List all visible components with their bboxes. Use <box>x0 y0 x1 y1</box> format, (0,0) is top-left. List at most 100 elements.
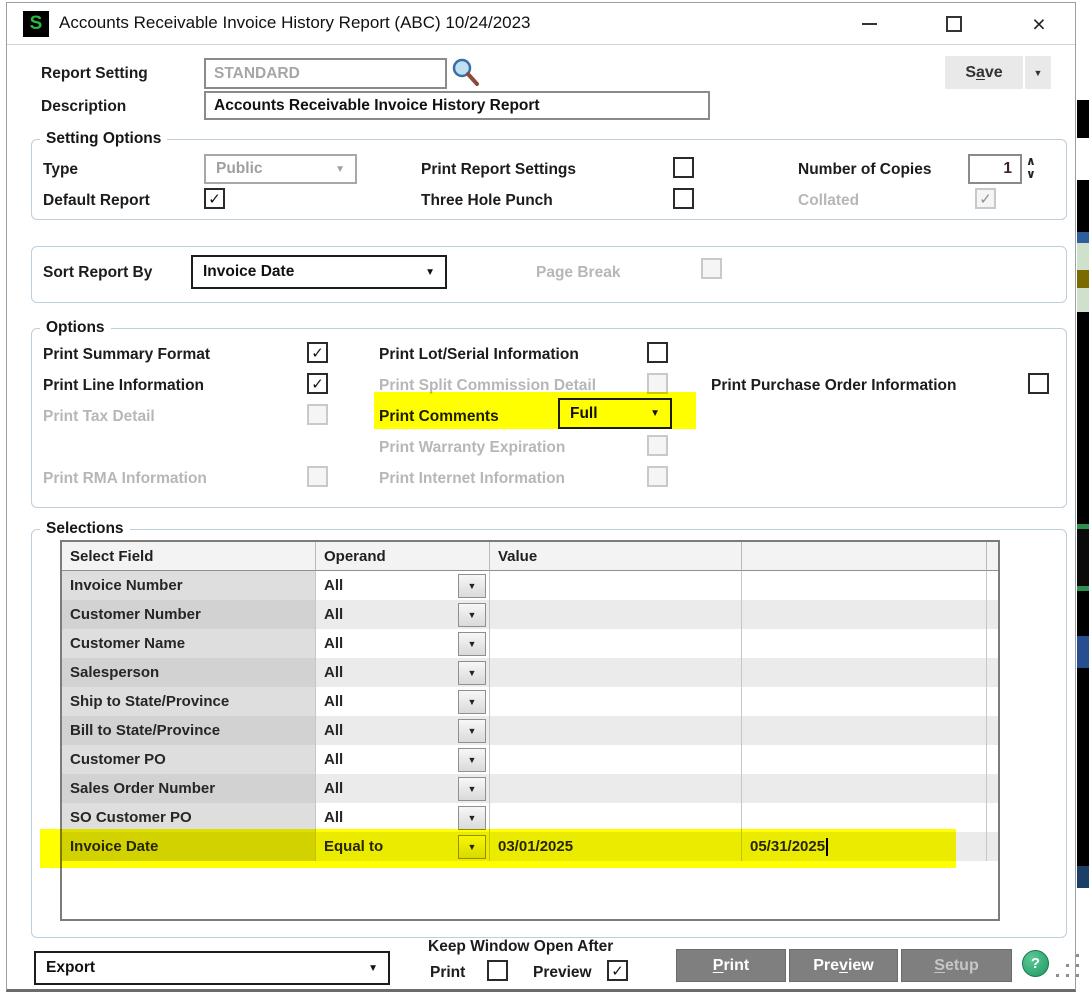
print-line-information-label: Print Line Information <box>43 377 204 395</box>
print-purchase-order-information-checkbox[interactable] <box>1028 373 1049 394</box>
print-line-information-checkbox[interactable]: ✓ <box>307 373 328 394</box>
three-hole-punch-checkbox[interactable] <box>673 188 694 209</box>
preview-button[interactable]: Preview <box>789 949 898 982</box>
print-internet-information-checkbox <box>647 466 668 487</box>
value-cell[interactable] <box>490 658 742 687</box>
operand-dropdown-button[interactable]: ▼ <box>458 690 486 714</box>
close-icon: × <box>1032 11 1045 38</box>
resize-grip[interactable] <box>1056 954 1082 984</box>
minimize-button[interactable] <box>852 9 886 39</box>
value2-cell[interactable] <box>742 774 987 803</box>
operand-dropdown-button[interactable]: ▼ <box>458 748 486 772</box>
value-cell[interactable] <box>490 716 742 745</box>
operand-dropdown-button[interactable]: ▼ <box>458 632 486 656</box>
spinner-down-icon[interactable]: ∨ <box>1026 168 1036 181</box>
selections-legend: Selections <box>40 520 130 538</box>
operand-cell[interactable]: All▼ <box>316 687 490 716</box>
sort-report-by-combo[interactable]: Invoice Date▼ <box>191 255 447 289</box>
operand-dropdown-button[interactable]: ▼ <box>458 835 486 859</box>
checkmark-icon: ✓ <box>311 375 324 393</box>
table-row: Sales Order Number All▼ <box>62 774 998 803</box>
value-cell[interactable] <box>490 745 742 774</box>
value2-cell[interactable] <box>742 571 987 600</box>
print-comments-combo[interactable]: Full▼ <box>558 398 672 429</box>
help-icon[interactable]: ? <box>1022 950 1049 977</box>
checkmark-icon: ✓ <box>611 962 624 980</box>
print-report-settings-checkbox[interactable] <box>673 157 694 178</box>
value2-cell[interactable] <box>742 716 987 745</box>
select-field-cell: Ship to State/Province <box>62 687 316 716</box>
select-field-cell: Invoice Date <box>62 832 316 861</box>
value-cell[interactable] <box>490 571 742 600</box>
value2-cell[interactable] <box>742 658 987 687</box>
operand-dropdown-button[interactable]: ▼ <box>458 806 486 830</box>
report-setting-input[interactable]: STANDARD <box>204 58 447 89</box>
operand-dropdown-button[interactable]: ▼ <box>458 719 486 743</box>
operand-cell[interactable]: All▼ <box>316 600 490 629</box>
chevron-down-icon: ▼ <box>468 726 477 736</box>
collated-label: Collated <box>798 192 859 210</box>
value-cell[interactable] <box>490 774 742 803</box>
value2-cell[interactable] <box>742 803 987 832</box>
operand-cell[interactable]: All▼ <box>316 629 490 658</box>
value2-cell[interactable] <box>742 600 987 629</box>
chevron-down-icon: ▼ <box>335 164 345 175</box>
chevron-down-icon: ▼ <box>468 668 477 678</box>
type-combo: Public▼ <box>204 154 357 184</box>
checkmark-icon: ✓ <box>311 344 324 362</box>
operand-dropdown-button[interactable]: ▼ <box>458 777 486 801</box>
print-button[interactable]: Print <box>676 949 786 982</box>
operand-cell[interactable]: All▼ <box>316 658 490 687</box>
select-field-cell: Invoice Number <box>62 571 316 600</box>
operand-cell[interactable]: All▼ <box>316 774 490 803</box>
value-cell[interactable] <box>490 687 742 716</box>
chevron-down-icon: ▼ <box>468 813 477 823</box>
keep-open-print-label: Print <box>430 964 465 982</box>
print-summary-format-checkbox[interactable]: ✓ <box>307 342 328 363</box>
chevron-down-icon: ▼ <box>1034 68 1043 78</box>
copies-spinner[interactable]: ∧ ∨ <box>1026 155 1036 181</box>
print-warranty-expiration-checkbox <box>647 435 668 456</box>
operand-cell[interactable]: All▼ <box>316 716 490 745</box>
save-dropdown-button[interactable]: ▼ <box>1025 56 1051 89</box>
operand-dropdown-button[interactable]: ▼ <box>458 603 486 627</box>
keep-open-preview-checkbox[interactable]: ✓ <box>607 960 628 981</box>
operand-cell[interactable]: All▼ <box>316 745 490 774</box>
value2-cell[interactable] <box>742 687 987 716</box>
setup-button: Setup <box>901 949 1012 982</box>
keep-open-print-checkbox[interactable] <box>487 960 508 981</box>
value-cell[interactable] <box>490 629 742 658</box>
table-row: Customer PO All▼ <box>62 745 998 774</box>
operand-cell[interactable]: Equal to▼ <box>316 832 490 861</box>
value2-cell[interactable] <box>742 745 987 774</box>
select-field-cell: Customer Number <box>62 600 316 629</box>
number-of-copies-input[interactable]: 1 <box>968 154 1022 184</box>
save-button[interactable]: Save <box>945 56 1023 89</box>
print-lot-serial-information-label: Print Lot/Serial Information <box>379 346 579 364</box>
lookup-icon[interactable] <box>450 56 480 88</box>
default-report-checkbox[interactable]: ✓ <box>204 188 225 209</box>
print-lot-serial-information-checkbox[interactable] <box>647 342 668 363</box>
setting-options-legend: Setting Options <box>40 130 167 148</box>
maximize-icon <box>946 16 962 32</box>
maximize-button[interactable] <box>937 9 971 39</box>
sort-report-by-label: Sort Report By <box>43 264 152 282</box>
operand-dropdown-button[interactable]: ▼ <box>458 574 486 598</box>
chevron-down-icon: ▼ <box>468 697 477 707</box>
value-cell[interactable] <box>490 803 742 832</box>
select-field-cell: Bill to State/Province <box>62 716 316 745</box>
print-rma-information-checkbox <box>307 466 328 487</box>
print-split-commission-detail-label: Print Split Commission Detail <box>379 377 596 395</box>
value-cell[interactable]: 03/01/2025 <box>490 832 742 861</box>
export-combo[interactable]: Export▼ <box>34 951 390 985</box>
close-button[interactable]: × <box>1022 9 1056 39</box>
description-input[interactable]: Accounts Receivable Invoice History Repo… <box>204 91 710 120</box>
operand-cell[interactable]: All▼ <box>316 571 490 600</box>
value-cell[interactable] <box>490 600 742 629</box>
title-bar: S Accounts Receivable Invoice History Re… <box>7 3 1075 45</box>
value2-cell[interactable]: 05/31/2025 <box>742 832 987 861</box>
value2-cell[interactable] <box>742 629 987 658</box>
operand-cell[interactable]: All▼ <box>316 803 490 832</box>
operand-dropdown-button[interactable]: ▼ <box>458 661 486 685</box>
chevron-down-icon: ▼ <box>468 784 477 794</box>
